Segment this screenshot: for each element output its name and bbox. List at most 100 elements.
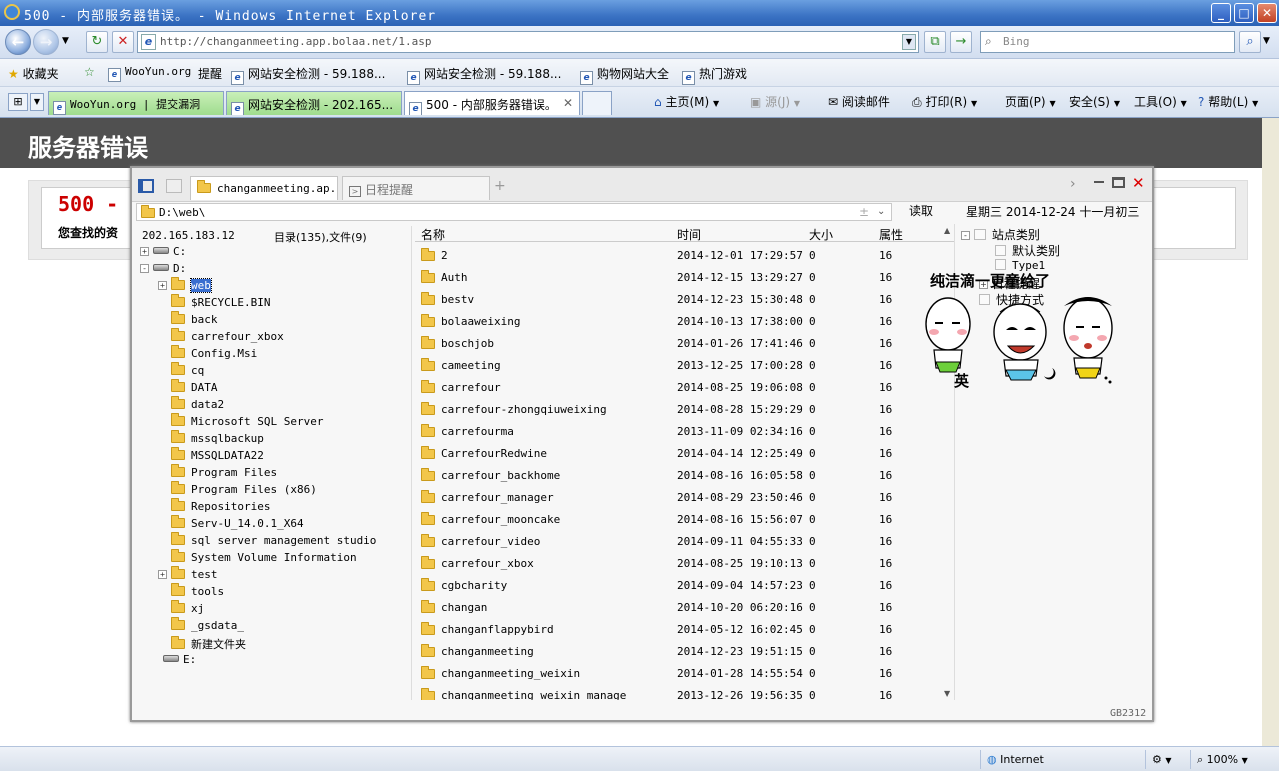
- feeds-button[interactable]: ▣ 源(J) ▼: [750, 93, 800, 110]
- back-button[interactable]: ←: [5, 29, 31, 55]
- category-root[interactable]: - 站点类别: [961, 226, 1040, 243]
- file-row[interactable]: cgbcharity 2014-09-04 14:57:23 0 16: [415, 574, 955, 596]
- file-row[interactable]: changanmeeting_weixin 2014-01-28 14:55:54…: [415, 662, 955, 684]
- category-default[interactable]: 默认类别: [995, 242, 1060, 259]
- tree-folder[interactable]: sql server management studio: [158, 532, 376, 547]
- file-row[interactable]: boschjob 2014-01-26 17:41:46 0 16: [415, 332, 955, 354]
- tree-folder[interactable]: xj: [158, 600, 204, 615]
- page-scrollbar[interactable]: [1262, 118, 1279, 746]
- file-row[interactable]: CarrefourRedwine 2014-04-14 12:25:49 0 16: [415, 442, 955, 464]
- read-button[interactable]: 读取: [892, 201, 950, 221]
- column-size[interactable]: 大小: [809, 226, 833, 243]
- maximize-button[interactable]: □: [1234, 3, 1254, 23]
- protected-mode-indicator[interactable]: ⚙ ▼: [1145, 750, 1187, 769]
- quick-tabs-icon[interactable]: ⊞: [8, 93, 28, 111]
- page-menu-button[interactable]: 页面(P) ▼: [1005, 93, 1056, 110]
- close-icon[interactable]: ✕: [1132, 174, 1145, 192]
- scroll-down-icon[interactable]: ▼: [944, 689, 950, 698]
- add-tab-button[interactable]: +: [494, 178, 506, 194]
- file-row[interactable]: carrefour_backhome 2014-08-16 16:05:58 0 16: [415, 464, 955, 486]
- file-row[interactable]: bolaaweixing 2014-10-13 17:38:00 0 16: [415, 310, 955, 332]
- path-dropdown-icon[interactable]: ⌄: [877, 206, 885, 217]
- fav-link-security-1[interactable]: e 网站安全检测 - 59.188...: [231, 65, 385, 85]
- compat-view-button[interactable]: ⧉: [924, 31, 946, 53]
- path-input[interactable]: D:\web\ ± ⌄: [136, 203, 892, 221]
- tree-folder[interactable]: Config.Msi: [158, 345, 257, 360]
- file-row[interactable]: bestv 2014-12-23 15:30:48 0 16: [415, 288, 955, 310]
- tree-folder[interactable]: _gsdata_: [158, 617, 244, 632]
- stop-button[interactable]: ✕: [112, 31, 134, 53]
- close-button[interactable]: ✕: [1257, 3, 1277, 23]
- column-attr[interactable]: 属性: [879, 226, 903, 243]
- file-row[interactable]: carrefour_manager 2014-08-29 23:50:46 0 16: [415, 486, 955, 508]
- search-dropdown-icon[interactable]: ▼: [1263, 36, 1270, 46]
- file-row[interactable]: changanmeeting 2014-12-23 19:51:15 0 16: [415, 640, 955, 662]
- tree-folder[interactable]: System Volume Information: [158, 549, 357, 564]
- add-favorite-icon[interactable]: ☆: [84, 65, 95, 79]
- safety-menu-button[interactable]: 安全(S) ▼: [1069, 93, 1120, 110]
- fav-link-wooyun[interactable]: e WooYun.org: [108, 65, 191, 82]
- file-row[interactable]: carrefourma 2013-11-09 02:34:16 0 16: [415, 420, 955, 442]
- expand-icon[interactable]: +: [158, 570, 167, 579]
- tree-folder[interactable]: $RECYCLE.BIN: [158, 294, 270, 309]
- forward-button[interactable]: →: [33, 29, 59, 55]
- go-button[interactable]: →: [950, 31, 972, 53]
- address-dropdown-icon[interactable]: ▼: [902, 34, 916, 50]
- tab-list-dropdown-icon[interactable]: ▼: [30, 93, 44, 111]
- tree-folder[interactable]: Serv-U_14.0.1_X64: [158, 515, 304, 530]
- file-row[interactable]: changanmeeting_weixin_manage 2013-12-26 1…: [415, 684, 955, 700]
- new-tab-button[interactable]: [582, 91, 612, 115]
- search-box[interactable]: ⌕ Bing: [980, 31, 1235, 53]
- manager-tab-schedule[interactable]: > 日程提醒: [342, 176, 490, 200]
- fav-link-shopping[interactable]: e 购物网站大全: [580, 65, 669, 85]
- minimize-button[interactable]: _: [1211, 3, 1231, 23]
- file-row[interactable]: Auth 2014-12-15 13:29:27 0 16: [415, 266, 955, 288]
- fav-link-remind[interactable]: 提醒: [198, 65, 222, 82]
- tree-folder[interactable]: 新建文件夹: [158, 636, 246, 652]
- tree-drive[interactable]: E:: [150, 653, 196, 666]
- history-dropdown-icon[interactable]: ▼: [62, 36, 69, 46]
- tools-menu-button[interactable]: 工具(O) ▼: [1134, 93, 1187, 110]
- zoom-control[interactable]: ⌕ 100% ▼: [1190, 750, 1262, 769]
- file-row[interactable]: carrefour_xbox 2014-08-25 19:10:13 0 16: [415, 552, 955, 574]
- file-row[interactable]: changanflappybird 2014-05-12 16:02:45 0 16: [415, 618, 955, 640]
- column-time[interactable]: 时间: [677, 226, 701, 243]
- expand-icon[interactable]: +: [158, 281, 167, 290]
- tree-folder[interactable]: + web: [158, 277, 212, 293]
- tree-folder[interactable]: + test: [158, 566, 218, 581]
- file-row[interactable]: carrefour-zhongqiuweixing 2014-08-28 15:2…: [415, 398, 955, 420]
- tree-folder[interactable]: carrefour_xbox: [158, 328, 284, 343]
- tree-folder[interactable]: DATA: [158, 379, 218, 394]
- tab-close-icon[interactable]: ✕: [563, 96, 573, 110]
- file-row[interactable]: 2 2014-12-01 17:29:57 0 16: [415, 244, 955, 266]
- file-row[interactable]: carrefour 2014-08-25 19:06:08 0 16: [415, 376, 955, 398]
- fav-link-games[interactable]: e 热门游戏: [682, 65, 747, 85]
- tree-folder[interactable]: mssqlbackup: [158, 430, 264, 445]
- tree-folder[interactable]: Program Files (x86): [158, 481, 317, 496]
- file-row[interactable]: changan 2014-10-20 06:20:16 0 16: [415, 596, 955, 618]
- refresh-button[interactable]: ↻: [86, 31, 108, 53]
- tree-folder[interactable]: cq: [158, 362, 204, 377]
- file-row[interactable]: cameeting 2013-12-25 17:00:28 0 16: [415, 354, 955, 376]
- bookmark-icon[interactable]: ±: [859, 205, 869, 219]
- scroll-right-icon[interactable]: ›: [1070, 176, 1076, 192]
- tab-500-error[interactable]: e 500 - 内部服务器错误。 ✕: [404, 91, 580, 115]
- home-button[interactable]: ⌂ 主页(M) ▼: [654, 93, 719, 110]
- file-row[interactable]: carrefour_video 2014-09-11 04:55:33 0 16: [415, 530, 955, 552]
- tree-folder[interactable]: Program Files: [158, 464, 277, 479]
- expand-icon[interactable]: +: [140, 247, 149, 256]
- tree-folder[interactable]: Microsoft SQL Server: [158, 413, 323, 428]
- tree-folder[interactable]: back: [158, 311, 218, 326]
- tree-drive[interactable]: + C:: [140, 245, 186, 258]
- print-button[interactable]: ⎙ 打印(R) ▼: [912, 93, 977, 110]
- tree-drive[interactable]: - D:: [140, 262, 186, 275]
- panel-toggle-icon[interactable]: [138, 179, 154, 193]
- favorites-button[interactable]: ★ 收藏夹: [8, 65, 59, 82]
- address-bar[interactable]: e http://changanmeeting.app.bolaa.net/1.…: [137, 31, 919, 53]
- tree-folder[interactable]: Repositories: [158, 498, 270, 513]
- help-menu-button[interactable]: ? 帮助(L) ▼: [1198, 93, 1258, 110]
- panel-icon[interactable]: [166, 179, 182, 193]
- tree-folder[interactable]: tools: [158, 583, 224, 598]
- tree-folder[interactable]: MSSQLDATA22: [158, 447, 264, 462]
- tab-wooyun[interactable]: e WooYun.org | 提交漏洞: [48, 91, 224, 115]
